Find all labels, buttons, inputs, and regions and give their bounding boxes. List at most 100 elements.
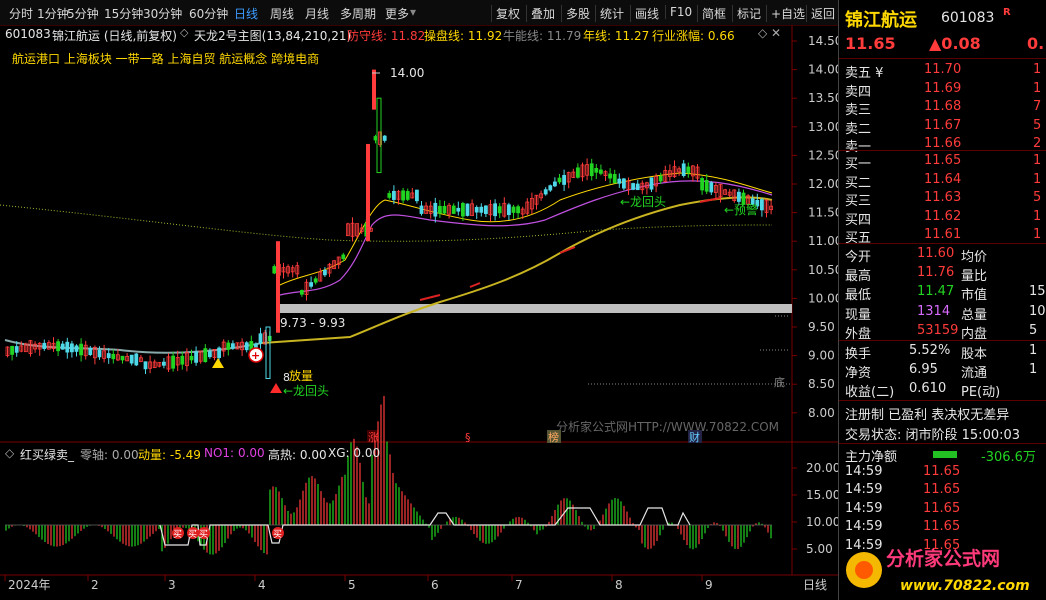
date-tick-label: 4 bbox=[258, 578, 266, 592]
event-section[interactable]: § bbox=[465, 431, 471, 444]
tab-fenshi[interactable]: 分时 bbox=[9, 5, 33, 22]
candle-body bbox=[617, 178, 622, 184]
date-tick-label: 7 bbox=[515, 578, 523, 592]
candle-body bbox=[244, 342, 249, 351]
tab-monthly[interactable]: 月线 bbox=[305, 5, 329, 22]
candle-body bbox=[414, 189, 419, 202]
trade-status: 交易状态: 闭市阶段 15:00:03 bbox=[845, 428, 1021, 443]
candle-body bbox=[599, 169, 603, 174]
tab-5min[interactable]: 5分钟 bbox=[67, 5, 99, 22]
back-button[interactable]: 返回 bbox=[806, 5, 835, 22]
candle-body bbox=[760, 199, 764, 211]
stat-label: 最低 bbox=[845, 288, 872, 304]
tab-30min[interactable]: 30分钟 bbox=[143, 5, 182, 22]
price-tick-label: 9.50 bbox=[808, 320, 835, 334]
stat-value-2: 1 bbox=[1029, 343, 1038, 358]
candle-body bbox=[56, 341, 60, 352]
candle-body bbox=[437, 205, 442, 214]
dongliang-label: 动量: -5.49 bbox=[138, 446, 201, 463]
tab-more[interactable]: 更多 bbox=[385, 5, 409, 22]
tab-1min[interactable]: 1分钟 bbox=[37, 5, 69, 22]
stats-button[interactable]: 统计 bbox=[595, 5, 624, 22]
tab-daily[interactable]: 日线 bbox=[234, 5, 258, 22]
sub-tick-label: 5.00 bbox=[806, 542, 833, 556]
tick-time: 14:59 bbox=[845, 482, 883, 498]
multi-stock-button[interactable]: 多股 bbox=[561, 5, 590, 22]
stat-label: 收益(二) bbox=[845, 385, 895, 401]
draw-line-button[interactable]: 画线 bbox=[630, 5, 659, 22]
divider bbox=[839, 150, 1046, 151]
event-bang[interactable]: 榜 bbox=[548, 430, 559, 444]
tab-60min[interactable]: 60分钟 bbox=[189, 5, 228, 22]
tick-time: 14:59 bbox=[845, 500, 883, 516]
net-flow-label[interactable]: 主力净额 bbox=[845, 446, 897, 465]
candle-body bbox=[97, 349, 102, 358]
period-label[interactable]: 日线 bbox=[803, 578, 827, 592]
overlay-button[interactable]: 叠加 bbox=[526, 5, 555, 22]
fuquan-button[interactable]: 复权 bbox=[491, 5, 520, 22]
price-tick-label: 8.50 bbox=[808, 377, 835, 391]
book-volume: 5 bbox=[1033, 117, 1042, 133]
logo-site-name: 分析家公式网 bbox=[886, 547, 1000, 570]
xg-value: 0.00 bbox=[353, 446, 381, 460]
candle-body bbox=[106, 353, 111, 359]
candle-body bbox=[134, 353, 139, 366]
stat-value-2: 5 bbox=[1029, 322, 1038, 338]
sub-indicator-menu-icon[interactable]: ◇ bbox=[5, 446, 14, 460]
divider bbox=[839, 400, 1046, 401]
candle-body bbox=[226, 342, 231, 350]
book-price: 11.62 bbox=[924, 208, 962, 224]
book-volume: 1 bbox=[1033, 80, 1042, 96]
book-label: 卖四 bbox=[845, 84, 872, 100]
candle-body bbox=[194, 351, 199, 363]
candle-body bbox=[129, 354, 134, 364]
price-tick-label: 14.50 bbox=[808, 34, 838, 48]
tab-weekly[interactable]: 周线 bbox=[270, 5, 294, 22]
candle-body bbox=[612, 174, 617, 184]
candle-body bbox=[180, 355, 185, 365]
sub-indicator-name[interactable]: 红买绿卖_ bbox=[20, 446, 74, 463]
stat-label-2: 内盘 bbox=[961, 326, 988, 342]
buy-signal-text: 买 bbox=[273, 529, 282, 540]
candle-body bbox=[704, 179, 709, 192]
event-cai[interactable]: 财 bbox=[689, 430, 700, 444]
quote-change: ▲0.08 bbox=[929, 34, 981, 53]
candle-body bbox=[548, 185, 553, 191]
stat-value-2: 15 bbox=[1029, 284, 1046, 300]
stat-value: 1314 bbox=[917, 303, 951, 319]
gaore-label-text: 高热: bbox=[268, 448, 297, 462]
candle-body bbox=[217, 347, 222, 359]
candle-body bbox=[322, 269, 327, 276]
candle-body bbox=[366, 143, 370, 242]
chevron-down-icon[interactable]: ▾ bbox=[410, 5, 416, 19]
book-label: 卖三 bbox=[845, 103, 872, 119]
book-volume: 5 bbox=[1033, 190, 1042, 206]
candle-body bbox=[622, 178, 626, 189]
quote-price: 11.65 bbox=[845, 34, 896, 53]
price-tick-label: 14.00 bbox=[808, 63, 838, 77]
book-volume: 1 bbox=[1033, 227, 1042, 243]
tab-multi-period[interactable]: 多周期 bbox=[340, 5, 376, 22]
longhuitou-right-label: ←龙回头 bbox=[620, 195, 666, 209]
mark-button[interactable]: 标记 bbox=[732, 5, 761, 22]
candle-body bbox=[313, 278, 318, 283]
dongliang-label-text: 动量: bbox=[138, 448, 167, 462]
tick-price: 11.65 bbox=[923, 482, 961, 498]
f10-button[interactable]: F10 bbox=[665, 5, 692, 19]
tab-15min[interactable]: 15分钟 bbox=[104, 5, 143, 22]
kline-chart[interactable]: 14.00 9.73 - 9.93 + 8 放量 ←龙回头 ←龙回头 ←预警 分… bbox=[0, 25, 838, 600]
price-tick-label: 11.00 bbox=[808, 234, 838, 248]
red-up-triangle-icon bbox=[270, 383, 282, 393]
book-volume: 1 bbox=[1033, 171, 1042, 187]
yujing-label: ←预警 bbox=[724, 202, 758, 217]
candle-body bbox=[372, 69, 376, 110]
tick-price: 11.65 bbox=[923, 519, 961, 535]
book-volume: 1 bbox=[1033, 62, 1042, 77]
event-zhang[interactable]: 涨 bbox=[368, 431, 379, 444]
date-tick-label: 3 bbox=[168, 578, 176, 592]
simple-frame-button[interactable]: 简框 bbox=[697, 5, 726, 22]
add-favorite-button[interactable]: +自选 bbox=[766, 5, 805, 22]
candle-body bbox=[299, 290, 304, 295]
no1-label: NO1: 0.00 bbox=[204, 446, 265, 460]
book-price: 11.61 bbox=[924, 227, 962, 243]
